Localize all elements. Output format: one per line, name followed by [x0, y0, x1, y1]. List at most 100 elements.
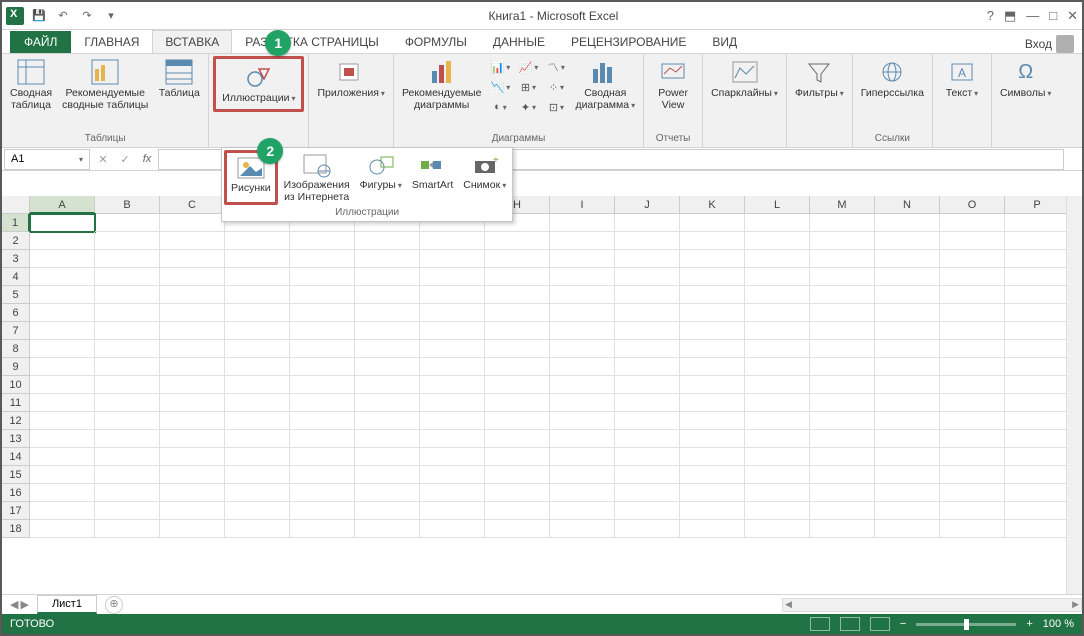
cell[interactable] [615, 250, 680, 268]
cell[interactable] [680, 484, 745, 502]
cell[interactable] [810, 358, 875, 376]
cell[interactable] [30, 502, 95, 520]
cell[interactable] [745, 232, 810, 250]
cell[interactable] [225, 232, 290, 250]
cell[interactable] [550, 484, 615, 502]
cell[interactable] [875, 520, 940, 538]
cell[interactable] [1005, 304, 1070, 322]
cell[interactable] [290, 268, 355, 286]
scatter-chart-icon[interactable]: ⁘▾ [545, 78, 567, 96]
cell[interactable] [810, 394, 875, 412]
row-header-3[interactable]: 3 [2, 250, 30, 268]
bar-chart-icon[interactable]: 📊▾ [489, 58, 511, 76]
cell[interactable] [290, 502, 355, 520]
cell[interactable] [1005, 484, 1070, 502]
cell[interactable] [550, 430, 615, 448]
cell[interactable] [1005, 286, 1070, 304]
cell[interactable] [160, 520, 225, 538]
cell[interactable] [745, 520, 810, 538]
tab-home[interactable]: ГЛАВНАЯ [71, 30, 152, 53]
cell[interactable] [420, 448, 485, 466]
cell[interactable] [615, 484, 680, 502]
cell[interactable] [810, 376, 875, 394]
cell[interactable] [30, 250, 95, 268]
cell[interactable] [875, 430, 940, 448]
cell[interactable] [225, 430, 290, 448]
cell[interactable] [615, 232, 680, 250]
cell[interactable] [550, 214, 615, 232]
cell[interactable] [160, 286, 225, 304]
cell[interactable] [485, 376, 550, 394]
cell[interactable] [95, 502, 160, 520]
cell[interactable] [680, 340, 745, 358]
cell[interactable] [225, 358, 290, 376]
insert-function-icon[interactable]: fx [136, 153, 158, 165]
cell[interactable] [420, 358, 485, 376]
cell[interactable] [485, 520, 550, 538]
cell[interactable] [95, 286, 160, 304]
cell[interactable] [550, 232, 615, 250]
cell[interactable] [95, 214, 160, 232]
cell[interactable] [550, 304, 615, 322]
cell[interactable] [615, 340, 680, 358]
cell[interactable] [940, 448, 1005, 466]
cell[interactable] [420, 268, 485, 286]
cell[interactable] [420, 232, 485, 250]
select-all-corner[interactable] [2, 196, 30, 214]
cell[interactable] [355, 466, 420, 484]
cell[interactable] [355, 502, 420, 520]
cell[interactable] [160, 502, 225, 520]
minimize-icon[interactable]: — [1026, 8, 1039, 24]
cell[interactable] [615, 448, 680, 466]
cell[interactable] [225, 412, 290, 430]
row-header-7[interactable]: 7 [2, 322, 30, 340]
enter-formula-icon[interactable]: ✓ [114, 153, 136, 166]
cell[interactable] [420, 520, 485, 538]
cell[interactable] [95, 394, 160, 412]
cell[interactable] [290, 304, 355, 322]
column-header-M[interactable]: M [810, 196, 875, 214]
cell[interactable] [30, 232, 95, 250]
cell[interactable] [940, 358, 1005, 376]
cell[interactable] [550, 286, 615, 304]
cell[interactable] [940, 430, 1005, 448]
zoom-out-icon[interactable]: − [900, 618, 906, 630]
cell[interactable] [30, 340, 95, 358]
cell[interactable] [355, 448, 420, 466]
cell[interactable] [420, 502, 485, 520]
cell[interactable] [290, 430, 355, 448]
cell[interactable] [30, 286, 95, 304]
close-icon[interactable]: ✕ [1067, 8, 1078, 24]
cell[interactable] [485, 286, 550, 304]
cell[interactable] [290, 484, 355, 502]
cell[interactable] [875, 448, 940, 466]
cell[interactable] [680, 232, 745, 250]
page-break-view-icon[interactable] [870, 617, 890, 631]
column-header-L[interactable]: L [745, 196, 810, 214]
cell[interactable] [95, 484, 160, 502]
cell[interactable] [225, 394, 290, 412]
cell[interactable] [95, 358, 160, 376]
cell[interactable] [160, 394, 225, 412]
cell[interactable] [680, 250, 745, 268]
cell[interactable] [420, 322, 485, 340]
cell[interactable] [680, 412, 745, 430]
cell[interactable] [30, 520, 95, 538]
recommended-charts-button[interactable]: Рекомендуемые диаграммы [398, 56, 486, 113]
cell[interactable] [940, 502, 1005, 520]
sparklines-button[interactable]: Спарклайны▾ [707, 56, 782, 102]
scroll-left-icon[interactable]: ◀ [785, 599, 792, 610]
cell[interactable] [875, 466, 940, 484]
ribbon-display-icon[interactable]: ⬒ [1004, 8, 1016, 24]
cell[interactable] [810, 322, 875, 340]
cell[interactable] [875, 340, 940, 358]
cell[interactable] [810, 484, 875, 502]
cell[interactable] [875, 268, 940, 286]
zoom-slider[interactable] [916, 623, 1016, 626]
cell[interactable] [355, 250, 420, 268]
cell[interactable] [745, 250, 810, 268]
cell[interactable] [160, 250, 225, 268]
save-icon[interactable]: 💾 [30, 7, 48, 25]
cell[interactable] [680, 214, 745, 232]
cell[interactable] [95, 412, 160, 430]
